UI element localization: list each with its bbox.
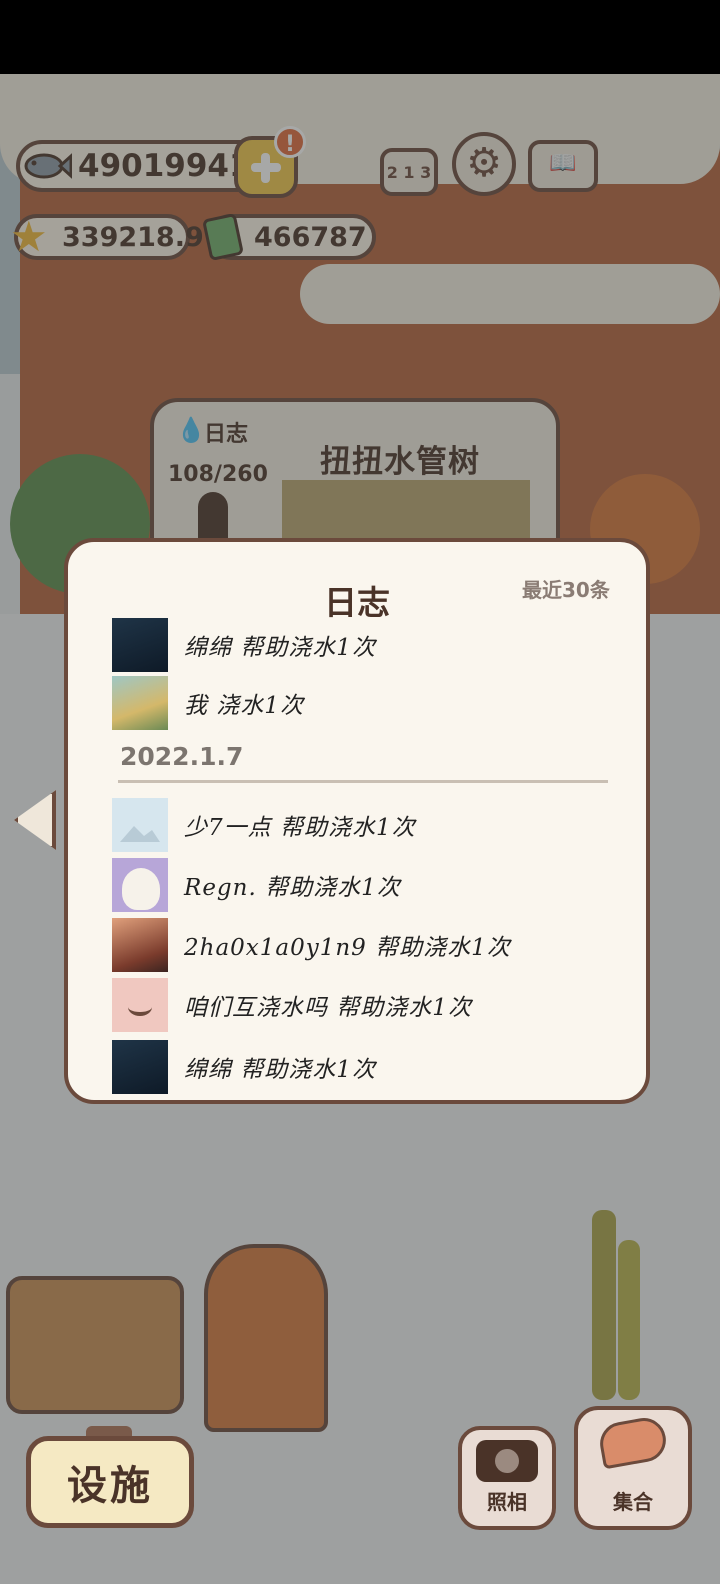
- user-avatar: [112, 918, 168, 972]
- user-avatar: [112, 798, 168, 852]
- facility-label: 设施: [67, 1463, 153, 1509]
- log-entry: 绵绵 帮助浇水1次: [112, 1040, 632, 1094]
- log-entry-text: 绵绵 帮助浇水1次: [184, 635, 376, 661]
- user-avatar: [112, 676, 168, 730]
- user-avatar: [112, 858, 168, 912]
- camera-icon: [476, 1440, 538, 1482]
- log-entry-text: 绵绵 帮助浇水1次: [184, 1057, 376, 1083]
- log-entry-text: Regn. 帮助浇水1次: [184, 875, 401, 901]
- log-entry: 2ha0x1a0y1n9 帮助浇水1次: [112, 918, 632, 972]
- photo-label: 照相: [487, 1490, 527, 1514]
- facility-button[interactable]: 设施: [26, 1436, 194, 1528]
- log-entry: 咱们互浇水吗 帮助浇水1次: [112, 978, 632, 1032]
- log-entry-text: 我 浇水1次: [184, 693, 304, 719]
- log-entry-text: 少7一点 帮助浇水1次: [184, 815, 416, 841]
- gather-label: 集合: [613, 1490, 653, 1514]
- log-date-header: 2022.1.7: [120, 742, 244, 771]
- recent-count-label: 最近30条: [522, 578, 610, 602]
- log-entry: 少7一点 帮助浇水1次: [112, 798, 632, 852]
- date-divider: [118, 780, 608, 783]
- user-avatar: [112, 978, 168, 1032]
- user-avatar: [112, 1040, 168, 1094]
- log-entry: 绵绵 帮助浇水1次: [112, 618, 632, 672]
- log-entry: 我 浇水1次: [112, 676, 632, 730]
- log-entry-text: 2ha0x1a0y1n9 帮助浇水1次: [184, 935, 511, 961]
- log-entry-text: 咱们互浇水吗 帮助浇水1次: [184, 995, 472, 1021]
- log-entry: Regn. 帮助浇水1次: [112, 858, 632, 912]
- user-avatar: [112, 618, 168, 672]
